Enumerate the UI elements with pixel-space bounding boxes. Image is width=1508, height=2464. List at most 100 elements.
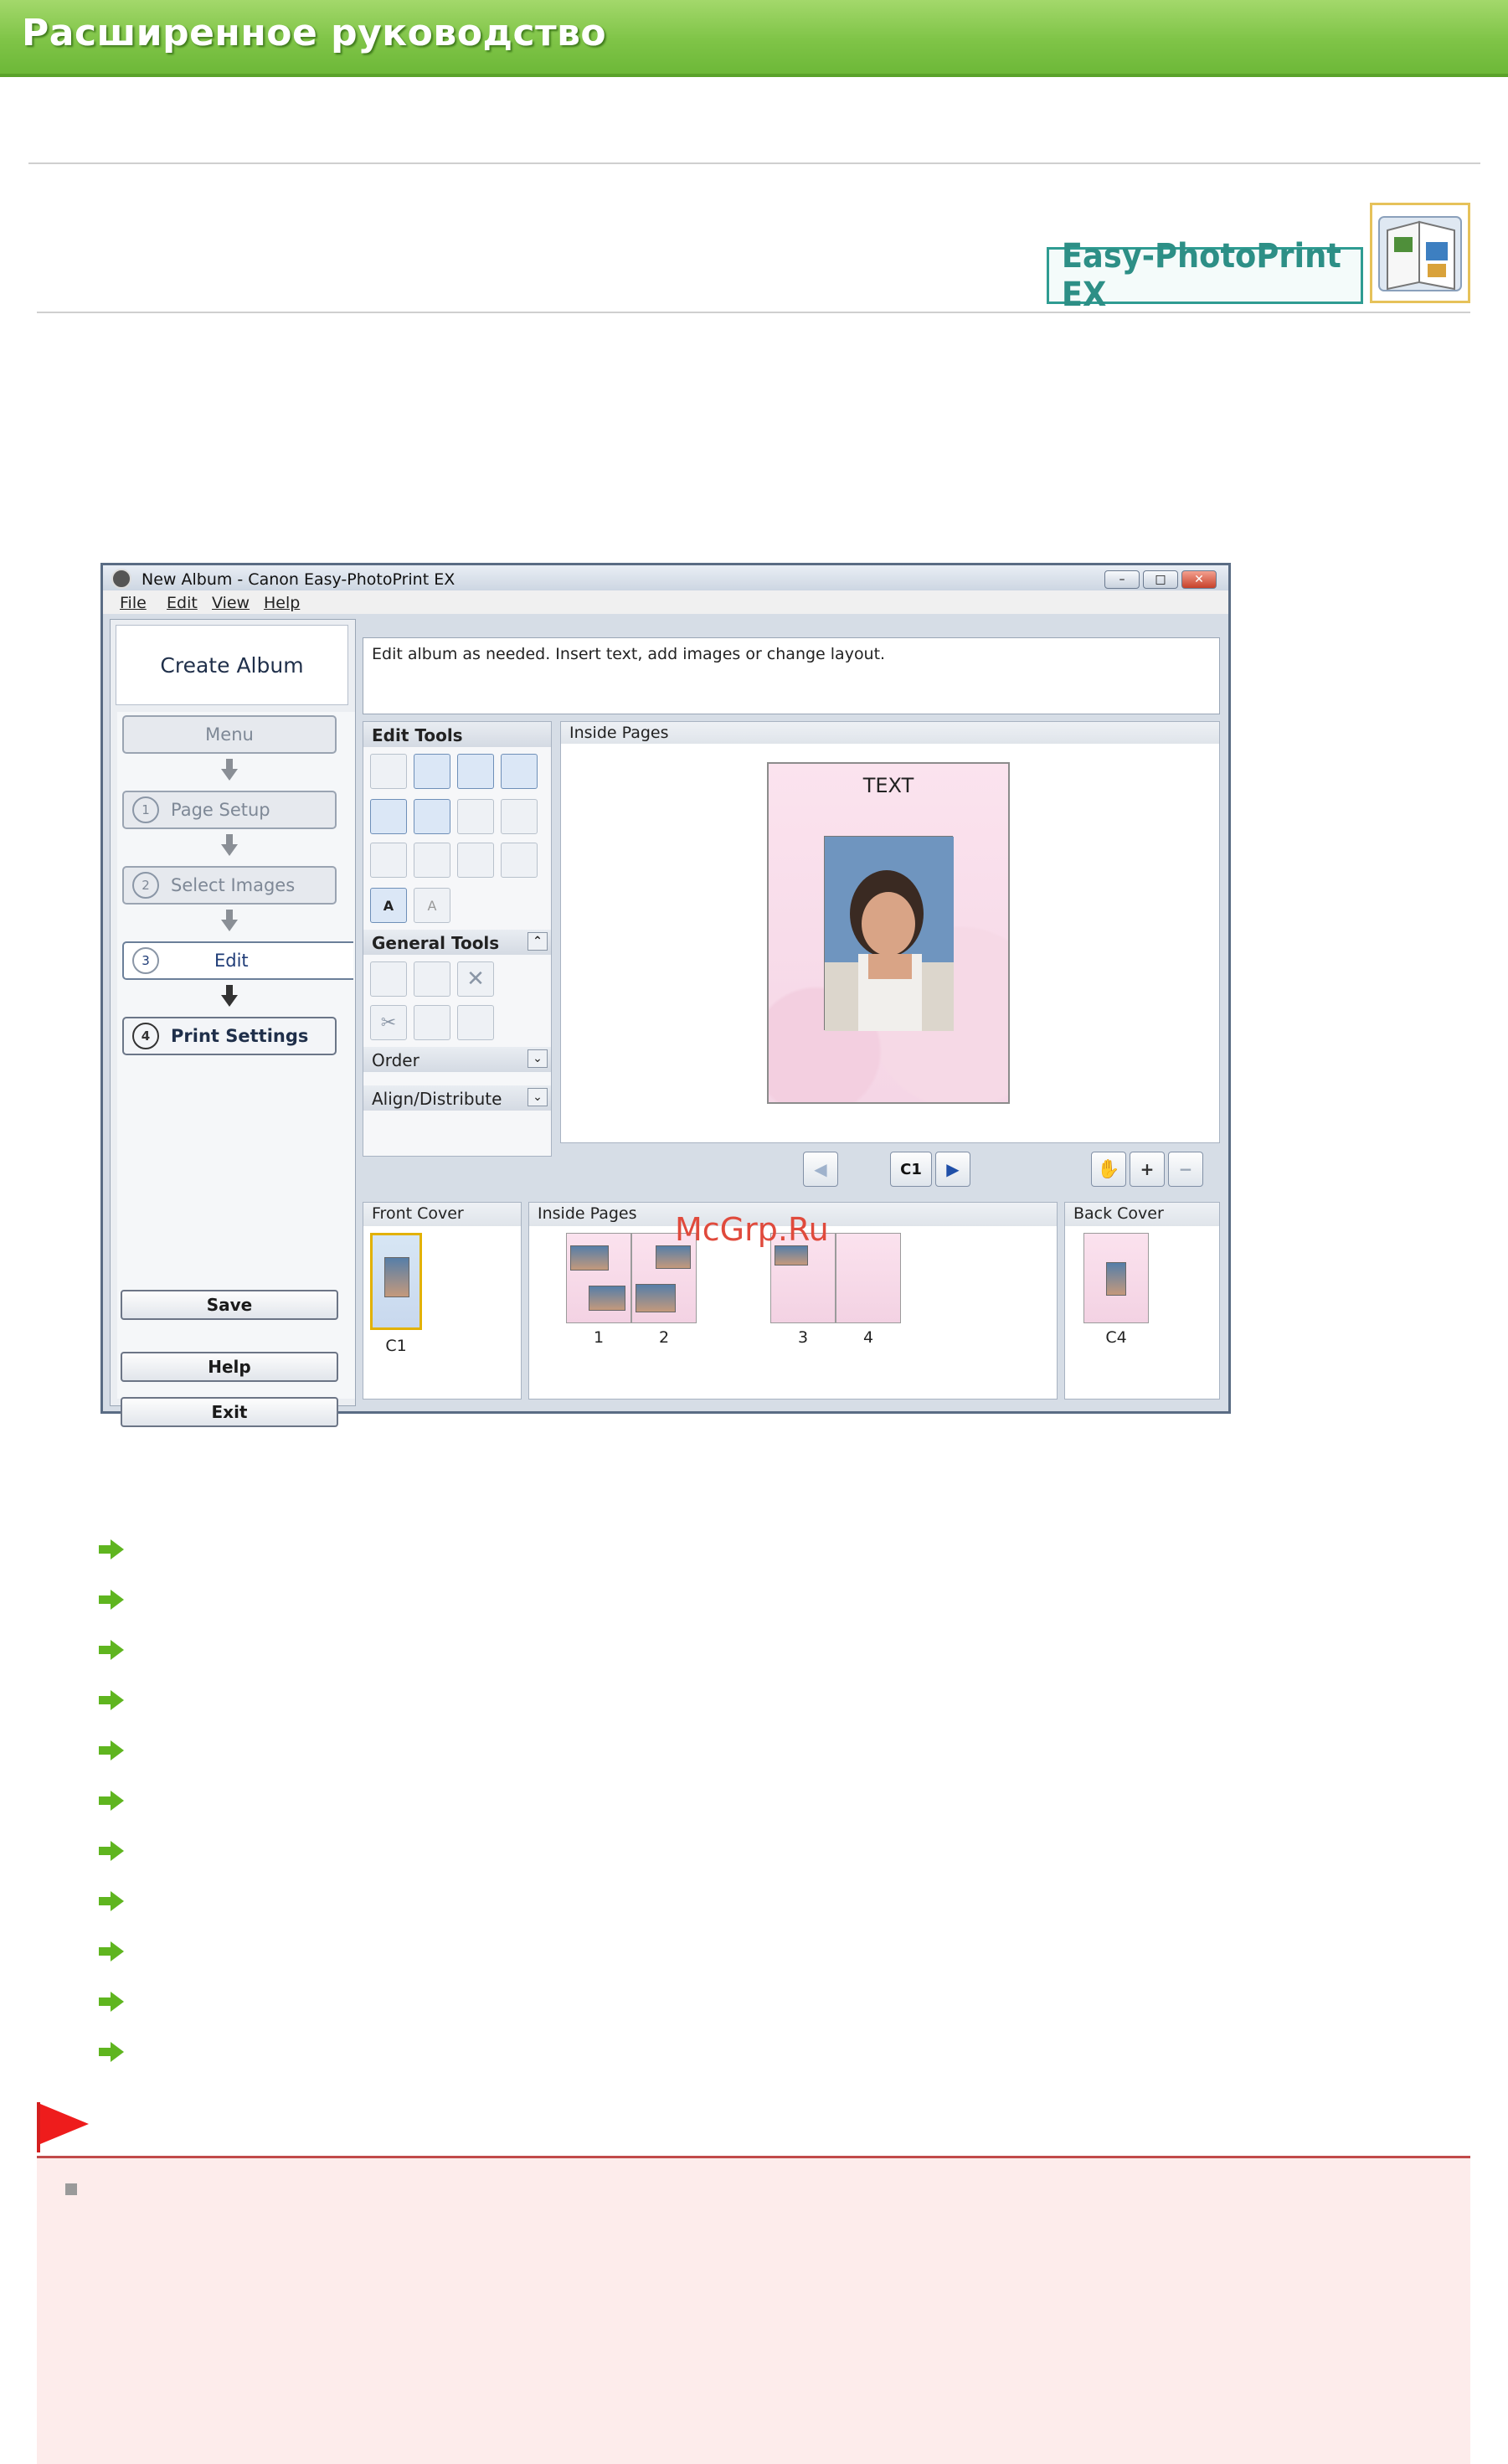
exit-button[interactable]: Exit: [121, 1397, 338, 1427]
close-button[interactable]: ✕: [1181, 570, 1217, 589]
menu-help[interactable]: Help: [264, 594, 300, 612]
thumbnail-label: 2: [658, 1328, 670, 1347]
thumbnail-c4[interactable]: [1083, 1233, 1149, 1323]
page-photo[interactable]: [824, 836, 954, 1031]
add-text-icon[interactable]: A: [370, 888, 407, 923]
menu-step-label: Menu: [205, 724, 254, 745]
zoom-out-icon[interactable]: −: [1168, 1152, 1203, 1187]
green-arrow-icon[interactable]: [99, 1891, 124, 1911]
link-list: [99, 1539, 132, 2075]
top-divider: [28, 162, 1480, 164]
layout-tool-icon[interactable]: [370, 754, 407, 789]
send-back-icon[interactable]: [414, 843, 450, 878]
frame-icon[interactable]: [414, 799, 450, 834]
arrow-down-icon: [226, 759, 233, 769]
help-button[interactable]: Help: [121, 1352, 338, 1382]
step-number: 3: [132, 947, 159, 974]
cut-icon[interactable]: ✂: [370, 1005, 407, 1040]
menu-file[interactable]: File: [120, 594, 147, 612]
green-arrow-icon[interactable]: [99, 2042, 124, 2062]
redo-icon[interactable]: [414, 961, 450, 997]
current-page-indicator[interactable]: C1: [890, 1152, 932, 1187]
green-arrow-icon[interactable]: [99, 1791, 124, 1811]
watermark-text: McGrp.Ru: [675, 1211, 829, 1248]
green-arrow-icon[interactable]: [99, 1841, 124, 1861]
rotate-icon[interactable]: [457, 843, 494, 878]
page-text-box[interactable]: TEXT: [769, 774, 1008, 797]
page-setup-button[interactable]: 1 Page Setup: [122, 791, 337, 829]
next-page-button[interactable]: ▶: [935, 1152, 970, 1187]
thumbnail-photo: [570, 1245, 609, 1271]
add-image-icon[interactable]: [501, 754, 538, 789]
menu-bar: File Edit View Help: [103, 590, 1228, 614]
green-arrow-icon[interactable]: [99, 1539, 124, 1559]
green-arrow-icon[interactable]: [99, 1640, 124, 1660]
change-layout-icon[interactable]: [414, 754, 450, 789]
menu-step-button[interactable]: Menu: [122, 715, 337, 754]
arrow-down-icon: [226, 910, 233, 920]
arrow-down-icon: [221, 769, 238, 781]
undo-icon[interactable]: [370, 961, 407, 997]
help-label: Help: [208, 1357, 251, 1377]
align-distribute-header[interactable]: Align/Distribute ⌄: [363, 1085, 551, 1111]
image-tools-grid: [363, 796, 551, 884]
arrow-down-icon: [226, 985, 233, 995]
back-cover-header: Back Cover: [1065, 1203, 1219, 1226]
print-settings-button[interactable]: 4 Print Settings: [122, 1017, 337, 1055]
green-arrow-icon[interactable]: [99, 1941, 124, 1961]
steps-area: Menu 1 Page Setup 2 Select Images 3 Edit: [117, 712, 355, 1427]
delete-icon[interactable]: ✕: [457, 961, 494, 997]
collapse-up-icon[interactable]: ⌃: [528, 932, 548, 951]
change-background-icon[interactable]: [457, 754, 494, 789]
align-distribute-label: Align/Distribute: [372, 1089, 502, 1109]
step-number: 1: [132, 796, 159, 823]
edit-step-button[interactable]: 3 Edit: [122, 941, 353, 980]
green-arrow-icon[interactable]: [99, 1690, 124, 1710]
thumbnail-label: C1: [385, 1337, 407, 1355]
arrow-down-icon: [221, 844, 238, 856]
order-header[interactable]: Order ⌄: [363, 1047, 551, 1072]
paste-icon[interactable]: [457, 1005, 494, 1040]
thumbnail-label: C4: [1105, 1328, 1127, 1347]
hand-tool-icon[interactable]: ✋: [1091, 1152, 1126, 1187]
minimize-button[interactable]: –: [1104, 570, 1140, 589]
image-swap-icon[interactable]: [501, 799, 538, 834]
thumbnail-photo: [1106, 1262, 1126, 1296]
bring-front-icon[interactable]: [370, 843, 407, 878]
general-tools-label: General Tools: [372, 933, 500, 953]
expand-down-icon[interactable]: ⌄: [528, 1049, 548, 1068]
image-correct-icon[interactable]: [457, 799, 494, 834]
green-arrow-icon[interactable]: [99, 1590, 124, 1610]
album-book-icon: [1370, 203, 1470, 303]
page-preview[interactable]: TEXT: [767, 762, 1010, 1104]
maximize-button[interactable]: □: [1143, 570, 1178, 589]
prev-page-button[interactable]: ◀: [803, 1152, 838, 1187]
thumbnail-photo: [656, 1245, 691, 1269]
menu-edit[interactable]: Edit: [167, 594, 198, 612]
expand-down-icon[interactable]: ⌄: [528, 1088, 548, 1106]
copy-icon[interactable]: [414, 1005, 450, 1040]
thumbnail-photo: [384, 1257, 409, 1297]
menu-view[interactable]: View: [212, 594, 250, 612]
thumbnail-c1[interactable]: [370, 1233, 422, 1330]
save-button[interactable]: Save: [121, 1290, 338, 1320]
flip-icon[interactable]: [501, 843, 538, 878]
edit-tools-grid: [363, 747, 551, 796]
thumbnail-photo: [775, 1245, 808, 1266]
thumbnail-label: 4: [862, 1328, 874, 1347]
general-tools-header: General Tools ⌃: [363, 930, 551, 955]
thumbnail-page-4[interactable]: [836, 1233, 901, 1323]
crop-icon[interactable]: [370, 799, 407, 834]
square-bullet-icon: [65, 2183, 77, 2195]
green-arrow-icon[interactable]: [99, 1740, 124, 1760]
window-title: New Album - Canon Easy-PhotoPrint EX: [142, 570, 455, 589]
arrow-down-icon: [226, 834, 233, 844]
zoom-in-icon[interactable]: +: [1130, 1152, 1165, 1187]
thumbnail-page-1[interactable]: [566, 1233, 631, 1323]
window-titlebar: New Album - Canon Easy-PhotoPrint EX – □…: [103, 565, 1228, 590]
navigation-panel: Create Album Menu 1 Page Setup 2 Select …: [110, 619, 356, 1427]
green-arrow-icon[interactable]: [99, 1992, 124, 2012]
select-images-button[interactable]: 2 Select Images: [122, 866, 337, 905]
vertical-text-icon[interactable]: A: [414, 888, 450, 923]
thumbnail-label: 3: [797, 1328, 809, 1347]
